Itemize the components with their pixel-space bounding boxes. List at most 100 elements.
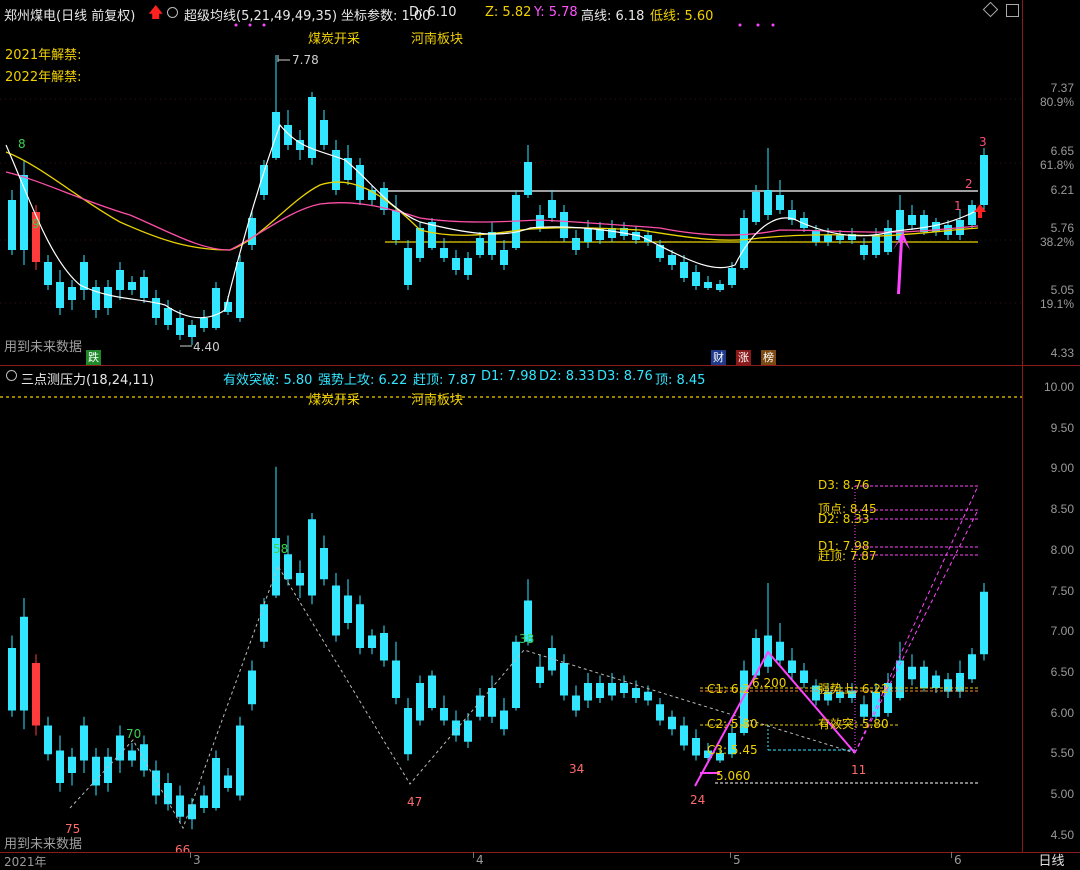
candle-body <box>536 666 544 683</box>
y-tick: 6.00 <box>1050 705 1074 720</box>
seq-count-8: 8 <box>18 137 26 151</box>
candle-body <box>392 210 400 240</box>
indicator-title[interactable]: 三点测压力(18,24,11) <box>21 369 154 388</box>
candle-body <box>380 633 388 661</box>
top-value: 顶: 8.45 <box>655 373 706 388</box>
candle-body <box>68 287 76 300</box>
base-level-label: 5.060 <box>716 769 750 783</box>
breakout-value: 有效突破: 5.80 <box>223 373 313 388</box>
y-tick: 8.00 <box>1050 542 1074 557</box>
candle-body <box>68 756 76 773</box>
ranking-badge[interactable]: 榜 <box>761 350 776 365</box>
pivot-label: 24 <box>690 793 705 807</box>
pivot-label: 11 <box>851 763 866 777</box>
candle-body <box>920 666 928 688</box>
chase-top-value: 赶顶: 7.87 <box>413 373 477 388</box>
candle-body <box>200 795 208 808</box>
candle-body <box>968 654 976 680</box>
unlock-2022-label: 2022年解禁: <box>5 70 82 85</box>
settings-icon[interactable] <box>6 370 17 381</box>
candle-body <box>188 325 196 337</box>
sector-tag-coal[interactable]: 煤炭开采 <box>308 389 360 408</box>
strong-level-label: 强势上: 6.22 <box>818 682 889 696</box>
candle-body <box>932 675 940 688</box>
unlock-2021-label: 2021年解禁: <box>5 48 82 63</box>
seq-count-2: 2 <box>965 177 973 191</box>
candle-body <box>128 282 136 290</box>
candle-body <box>20 616 28 711</box>
pivot-label: 66 <box>175 843 190 852</box>
y-tick: 7.50 <box>1050 583 1074 598</box>
candle-body <box>656 704 664 721</box>
candle-body <box>980 155 988 205</box>
candle-body <box>8 200 16 250</box>
candle-body <box>164 308 172 325</box>
candle-body <box>440 708 448 721</box>
candle-body <box>200 318 208 328</box>
sector-tag-henan[interactable]: 河南板块 <box>411 28 463 47</box>
sector-tag-henan[interactable]: 河南板块 <box>411 389 463 408</box>
breakout-level-label: 有效突: 5.80 <box>818 716 889 731</box>
candle-body <box>308 519 316 596</box>
candle-body <box>104 287 112 308</box>
candle-body <box>560 663 568 696</box>
pct-tick: 80.9% <box>1039 95 1074 109</box>
candle-body <box>860 704 868 717</box>
candle-body <box>344 158 352 180</box>
candle-body <box>44 262 52 285</box>
fall-badge[interactable]: 跌 <box>86 350 101 365</box>
y-tick: 4.50 <box>1050 827 1074 842</box>
zigzag-line <box>69 564 856 830</box>
chase-level-label: 赶顶: 7.87 <box>818 549 877 563</box>
projection-line <box>854 485 979 754</box>
candle-body <box>428 675 436 708</box>
candle-body <box>500 710 508 730</box>
candle-body <box>620 683 628 693</box>
candle-body <box>752 192 760 222</box>
price-chart[interactable]: 7.78 4.40 8 9 3 2 1 <box>0 0 1022 366</box>
candle-body <box>596 683 604 698</box>
y-tick: 6.50 <box>1050 664 1074 679</box>
price-y-axis: 7.37 80.9% 6.65 61.8% 6.21 5.76 38.2% 5.… <box>1022 0 1080 366</box>
candle-body <box>488 232 496 255</box>
candle-body <box>464 720 472 742</box>
pivot-label: 38 <box>519 632 534 646</box>
candle-body <box>608 228 616 238</box>
seq-count-1: 1 <box>954 199 962 213</box>
candle-body <box>920 215 928 232</box>
candle-body <box>908 666 916 680</box>
candle-body <box>212 288 220 328</box>
y-tick: 7.37 <box>1050 81 1074 95</box>
d2-value: D2: 8.33 <box>539 369 595 384</box>
candle-body <box>548 200 556 218</box>
d1-value: D1: 7.98 <box>481 369 537 384</box>
candle-body <box>836 235 844 240</box>
c3-level-label: C3: 5.45 <box>707 743 758 757</box>
y-tick: 8.50 <box>1050 502 1074 517</box>
candle-body <box>176 795 184 817</box>
pct-tick: 61.8% <box>1039 158 1074 172</box>
sector-tag-coal[interactable]: 煤炭开采 <box>308 28 360 47</box>
pressure-chart[interactable]: 70 75 58 66 47 38 34 24 11 D3: 8.76 顶点: … <box>0 388 1022 852</box>
candle-body <box>776 195 784 210</box>
rise-badge[interactable]: 涨 <box>736 350 751 365</box>
pivot-label: 58 <box>273 542 288 556</box>
finance-badge[interactable]: 财 <box>711 350 726 365</box>
period-button[interactable]: 日线 <box>1023 853 1080 870</box>
candle-body <box>356 604 364 648</box>
x-tick: 3 <box>193 853 201 867</box>
pivot-label: 34 <box>569 762 584 776</box>
candle-body <box>332 585 340 636</box>
candle-body <box>716 284 724 290</box>
candle-body <box>740 218 748 268</box>
c2-level-label: C2: 5.80 <box>707 717 758 731</box>
seq-count-9: 9 <box>32 217 40 231</box>
pct-tick: 19.1% <box>1039 297 1074 311</box>
candle-body <box>32 663 40 726</box>
candle-body <box>92 756 100 786</box>
seq-count-3: 3 <box>979 135 987 149</box>
candle-body <box>404 708 412 755</box>
candle-body <box>668 716 676 730</box>
candle-body <box>800 670 808 683</box>
x-tick: 2021年 <box>4 855 47 869</box>
